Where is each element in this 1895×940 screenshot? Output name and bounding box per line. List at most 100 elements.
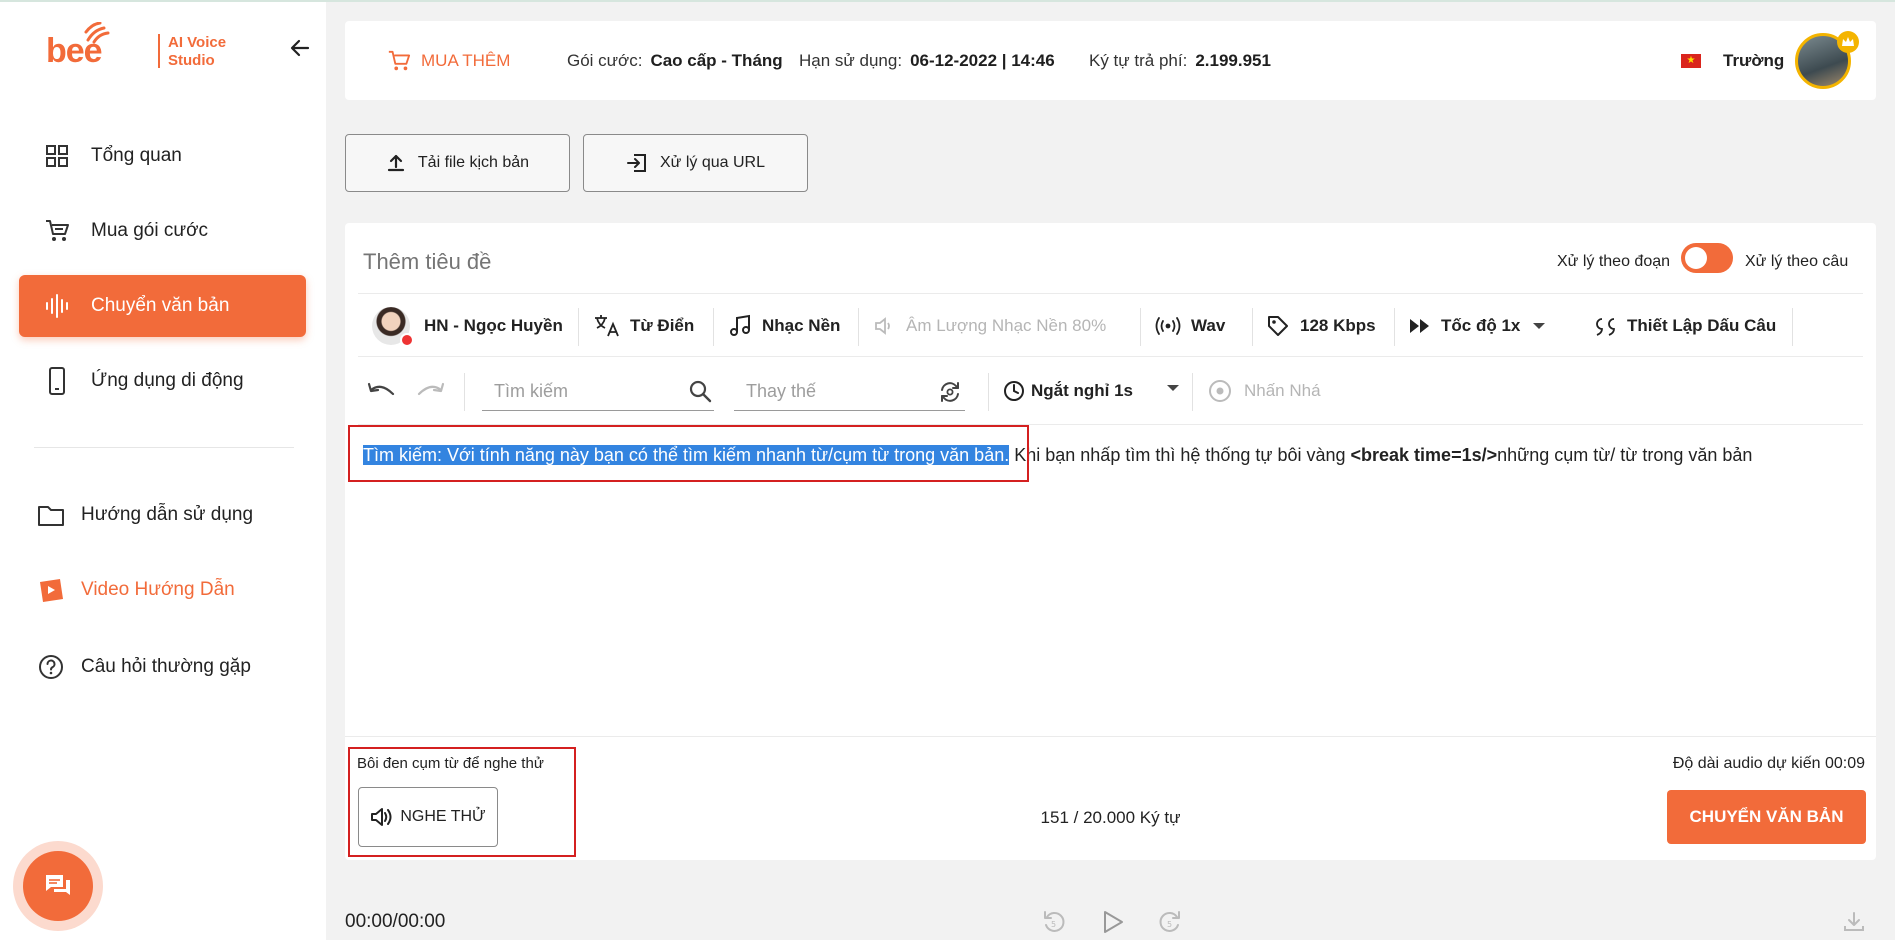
cart-icon — [388, 50, 411, 70]
emphasis-label: Nhấn Nhá — [1244, 381, 1321, 400]
toggle-knob — [1685, 247, 1707, 269]
pause-selector[interactable]: Ngắt nghỉ 1s — [1003, 371, 1133, 411]
clock-icon — [1003, 380, 1025, 402]
logo-wordmark: bee — [46, 32, 103, 70]
punctuation-settings-button[interactable]: Thiết Lập Dấu Câu — [1593, 294, 1776, 358]
pause-label: Ngắt nghỉ 1s — [1031, 381, 1134, 400]
sidebar-item-faq[interactable]: Câu hỏi thường gặp — [19, 636, 306, 698]
logo-tagline: AI Voice Studio — [168, 34, 226, 70]
collapse-sidebar-button[interactable] — [284, 32, 316, 64]
sidebar-item-label: Tổng quan — [91, 145, 182, 166]
logo-tagline-line2: Studio — [168, 52, 215, 69]
toolbar-separator — [988, 373, 989, 411]
background-music-label: Nhạc Nền — [762, 316, 841, 335]
volume-icon — [874, 316, 896, 336]
smartphone-icon — [41, 365, 73, 397]
punctuation-label: Thiết Lập Dấu Câu — [1627, 316, 1777, 335]
chat-support-button[interactable] — [13, 841, 103, 931]
logo-tagline-line1: AI Voice — [168, 34, 227, 51]
redo-button[interactable] — [414, 375, 448, 409]
upload-script-button[interactable]: Tải file kịch bản — [345, 134, 570, 192]
voice-badge — [400, 333, 414, 347]
import-icon — [626, 152, 648, 174]
music-note-icon — [728, 314, 752, 338]
sidebar-item-overview[interactable]: Tổng quan — [19, 125, 306, 187]
bitrate-selector[interactable]: 128 Kbps — [1266, 294, 1376, 358]
footer-divider — [345, 736, 1876, 737]
soundwave-icon — [41, 290, 73, 322]
sidebar-item-video-guide[interactable]: Video Hướng Dẫn — [19, 559, 306, 621]
cart-icon — [41, 215, 73, 247]
undo-button[interactable] — [364, 375, 398, 409]
chevron-down-icon — [1533, 323, 1546, 329]
convert-text-button[interactable]: CHUYỂN VĂN BẢN — [1667, 790, 1866, 844]
toolbar-separator — [1394, 308, 1395, 346]
sidebar-item-mobile-app[interactable]: Ứng dụng di động — [19, 350, 306, 412]
annotation-box-listen-preview — [348, 747, 576, 857]
forward-icon: 5 — [1159, 911, 1180, 932]
buy-more-button[interactable]: MUA THÊM — [387, 21, 510, 100]
voice-label: HN - Ngọc Huyền — [424, 316, 563, 335]
music-volume-label: Âm Lượng Nhạc Nền 80% — [906, 316, 1107, 335]
replace-field — [734, 373, 965, 411]
voice-avatar — [372, 307, 414, 347]
toolbar-separator — [1792, 308, 1793, 346]
play-button[interactable] — [1097, 906, 1129, 938]
forward-5s-button[interactable]: 5 — [1154, 906, 1186, 938]
folder-icon — [35, 499, 67, 531]
toolbar-separator — [858, 308, 859, 346]
dictionary-button[interactable]: Từ Điển — [594, 294, 694, 358]
audio-format-selector[interactable]: Wav — [1155, 294, 1225, 358]
speed-selector[interactable]: Tốc độ 1x — [1409, 294, 1546, 358]
rewind-icon: 5 — [1044, 911, 1065, 932]
voice-selector[interactable]: HN - Ngọc Huyền — [372, 294, 563, 358]
sidebar-divider — [34, 447, 294, 448]
sidebar-item-text-to-speech[interactable]: Chuyển văn bản — [19, 275, 306, 337]
logo[interactable]: bee AI Voice Studio — [46, 20, 246, 76]
upload-icon — [386, 153, 406, 173]
background-music-button[interactable]: Nhạc Nền — [728, 294, 840, 358]
play-icon — [1104, 911, 1123, 933]
replace-icon[interactable] — [937, 379, 963, 405]
toolbar-separator — [713, 308, 714, 346]
replace-input[interactable] — [734, 381, 924, 402]
translate-icon — [594, 314, 620, 338]
sidebar-item-buy-package[interactable]: Mua gói cước — [19, 200, 306, 262]
grid-icon — [41, 140, 73, 172]
script-text-part: Khi bạn nhấp tìm thì hệ thống tự bôi vàn… — [1014, 445, 1351, 465]
toolbar-separator — [1252, 308, 1253, 346]
fast-forward-icon — [1409, 318, 1431, 334]
toolbar-separator — [464, 373, 465, 411]
search-input[interactable] — [482, 381, 672, 402]
sidebar-item-user-guide[interactable]: Hướng dẫn sử dụng — [19, 484, 306, 546]
buy-more-label: MUA THÊM — [421, 50, 511, 70]
vietnam-flag-icon[interactable]: ★ — [1681, 54, 1701, 68]
script-text-part: những cụm từ/ từ trong văn bản — [1497, 445, 1753, 465]
rewind-5s-button[interactable]: 5 — [1038, 906, 1070, 938]
sidebar-item-label: Chuyển văn bản — [91, 295, 230, 316]
audio-format-label: Wav — [1191, 316, 1226, 335]
bitrate-label: 128 Kbps — [1300, 316, 1376, 335]
annotation-box-search-feature — [348, 425, 1029, 482]
sidebar-item-label: Câu hỏi thường gặp — [81, 656, 251, 677]
expiry-label: Hạn sử dụng: — [799, 50, 903, 70]
sidebar: bee AI Voice Studio Tổng quan Mua gói cư… — [0, 2, 326, 940]
svg-text:5: 5 — [1167, 920, 1172, 929]
toolbar-separator — [578, 308, 579, 346]
chat-icon — [46, 875, 70, 895]
process-url-button[interactable]: Xử lý qua URL — [583, 134, 808, 192]
user-name[interactable]: Trường — [1723, 21, 1784, 100]
quote-icon — [1593, 316, 1617, 336]
download-button[interactable] — [1838, 906, 1870, 938]
search-icon[interactable] — [688, 379, 712, 403]
break-tag[interactable]: <break time=1s/> — [1351, 445, 1498, 465]
title-input[interactable] — [363, 245, 963, 279]
chevron-down-icon[interactable] — [1166, 383, 1180, 393]
speed-label: Tốc độ 1x — [1441, 316, 1521, 335]
download-icon — [1844, 912, 1864, 931]
edit-toolbar: Ngắt nghỉ 1s Nhấn Nhá — [358, 357, 1863, 425]
mode-sentence-label: Xử lý theo câu — [1745, 253, 1849, 270]
expiry-value: 06-12-2022 | 14:46 — [910, 50, 1055, 70]
processing-mode-toggle[interactable] — [1681, 243, 1733, 273]
plan-info: Gói cước: Cao cấp - Tháng — [567, 21, 783, 100]
